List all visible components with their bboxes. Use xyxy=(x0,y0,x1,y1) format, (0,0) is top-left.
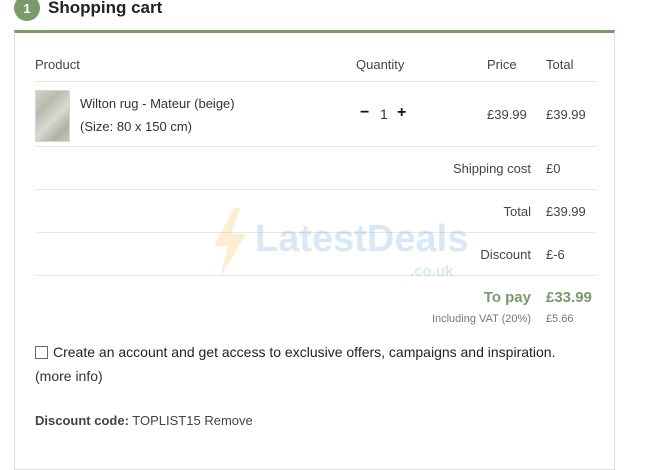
to-pay-label: To pay xyxy=(483,289,531,306)
to-pay-value: £33.99 xyxy=(546,289,592,306)
discount-code-label: Discount code: xyxy=(35,413,129,428)
discount-code-line: Discount code: TOPLIST15 Remove xyxy=(35,413,253,428)
lightning-icon xyxy=(214,208,246,278)
product-name[interactable]: Wilton rug - Mateur (beige) xyxy=(80,96,235,111)
discount-code-value: TOPLIST15 xyxy=(132,413,201,428)
product-size: (Size: 80 x 150 cm) xyxy=(80,119,192,134)
shipping-label: Shipping cost xyxy=(452,161,531,176)
column-header-total: Total xyxy=(546,57,574,72)
cart-panel: Product Quantity Price Total Wilton rug … xyxy=(14,30,615,470)
step-number-badge: 1 xyxy=(14,0,40,21)
divider xyxy=(35,189,597,190)
create-account-label[interactable]: Create an account and get access to excl… xyxy=(53,344,555,360)
divider xyxy=(35,275,597,276)
vat-label: Including VAT (20%) xyxy=(431,313,531,325)
quantity-increase-button[interactable]: + xyxy=(397,104,406,122)
total-label: Total xyxy=(503,204,531,219)
divider xyxy=(35,81,597,82)
divider xyxy=(35,232,597,233)
column-header-product: Product xyxy=(35,57,80,72)
cart-header: 1 Shopping cart xyxy=(14,0,162,22)
watermark-subtext: .co.uk xyxy=(410,263,454,280)
divider xyxy=(35,146,597,147)
column-header-price: Price xyxy=(487,57,517,72)
column-header-quantity: Quantity xyxy=(356,57,405,72)
create-account-row: Create an account and get access to excl… xyxy=(35,344,555,360)
product-thumbnail[interactable] xyxy=(35,90,70,142)
quantity-value: 1 xyxy=(380,106,388,122)
item-total: £39.99 xyxy=(546,107,586,122)
more-info-link[interactable]: (more info) xyxy=(35,368,103,384)
shipping-value: £0 xyxy=(546,161,561,176)
total-value: £39.99 xyxy=(546,204,586,219)
vat-value: £5.66 xyxy=(546,313,574,325)
quantity-decrease-button[interactable]: − xyxy=(360,104,369,122)
page-title: Shopping cart xyxy=(48,0,163,17)
remove-discount-link[interactable]: Remove xyxy=(204,413,252,428)
discount-value: £-6 xyxy=(546,247,565,262)
watermark-logo: LatestDeals .co.uk xyxy=(205,208,475,288)
create-account-checkbox[interactable] xyxy=(35,346,48,359)
watermark-text: LatestDeals xyxy=(255,218,469,260)
discount-label: Discount xyxy=(480,247,531,262)
item-price: £39.99 xyxy=(487,107,527,122)
